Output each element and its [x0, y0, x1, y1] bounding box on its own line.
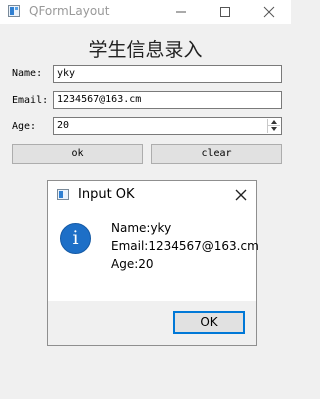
spin-buttons — [267, 119, 280, 133]
dialog-ok-button[interactable]: OK — [173, 311, 245, 334]
spin-down-button[interactable] — [268, 126, 280, 133]
maximize-button[interactable] — [203, 0, 247, 24]
maximize-icon — [220, 7, 230, 17]
title-bar: QFormLayout — [0, 0, 291, 24]
window-title: QFormLayout — [29, 4, 110, 18]
name-input[interactable]: yky — [53, 65, 282, 83]
email-input-value: 1234567@163.cm — [57, 94, 142, 105]
close-button[interactable] — [247, 0, 291, 24]
age-spinbox-value: 20 — [57, 120, 70, 131]
clear-button[interactable]: clear — [151, 144, 282, 164]
close-icon — [263, 6, 275, 18]
minimize-button[interactable] — [159, 0, 203, 24]
dialog-app-icon — [57, 189, 69, 200]
dialog-title: Input OK — [78, 187, 135, 202]
dialog-name-line: Name:yky — [111, 221, 172, 235]
information-icon: i — [60, 223, 91, 254]
email-input[interactable]: 1234567@163.cm — [53, 91, 282, 109]
email-label: Email: — [12, 95, 49, 106]
dialog-button-bar: OK — [48, 301, 256, 345]
age-spinbox[interactable]: 20 — [53, 117, 282, 135]
app-icon — [8, 5, 20, 17]
ok-button[interactable]: ok — [12, 144, 143, 164]
age-label: Age: — [12, 121, 37, 132]
form-heading: 学生信息录入 — [88, 39, 203, 61]
message-dialog: Input OK i Name:yky Email:1234567@163.cm… — [47, 180, 259, 346]
dialog-close-icon[interactable] — [235, 189, 247, 201]
name-label: Name: — [12, 68, 43, 79]
minimize-icon — [176, 11, 186, 13]
spin-up-button[interactable] — [268, 119, 280, 126]
name-input-value: yky — [57, 68, 76, 79]
dialog-email-line: Email:1234567@163.cm — [111, 239, 259, 253]
dialog-age-line: Age:20 — [111, 257, 154, 271]
